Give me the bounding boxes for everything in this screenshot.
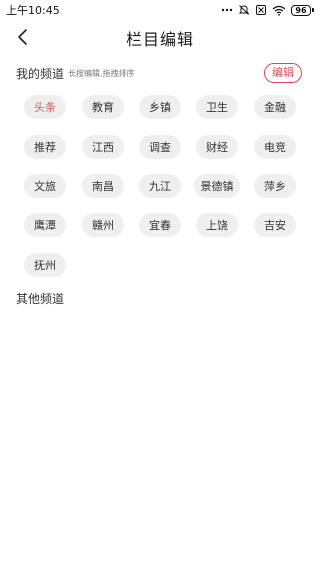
channel-chip[interactable]: 萍乡 — [254, 174, 296, 198]
channel-chip[interactable]: 调查 — [139, 135, 181, 159]
channel-chip[interactable]: 宜春 — [139, 213, 181, 237]
no-sim-icon — [256, 5, 266, 15]
channel-chip[interactable]: 江西 — [82, 135, 124, 159]
channel-chip[interactable]: 金融 — [254, 95, 296, 119]
mute-icon — [238, 5, 250, 15]
channel-chip[interactable]: 电竞 — [254, 135, 296, 159]
channel-chip[interactable]: 乡镇 — [139, 95, 181, 119]
channel-chip[interactable]: 教育 — [82, 95, 124, 119]
other-channels-title: 其他频道 — [16, 292, 65, 306]
channel-chip[interactable]: 上饶 — [196, 213, 238, 237]
my-channels-title: 我的频道 — [16, 67, 65, 81]
battery-level: 96 — [291, 4, 311, 16]
dots-icon — [221, 8, 233, 12]
channel-chip[interactable]: 吉安 — [254, 213, 296, 237]
channel-chip[interactable]: 九江 — [139, 174, 181, 198]
wifi-icon — [272, 5, 286, 16]
my-channels-header: 我的频道 长按编辑,拖拽排序 编辑 — [16, 63, 304, 85]
status-icons: 96 — [221, 4, 314, 16]
channel-chip[interactable]: 景德镇 — [194, 174, 240, 198]
status-time: 上午10:45 — [6, 4, 60, 17]
channel-chip[interactable]: 南昌 — [82, 174, 124, 198]
status-bar: 上午10:45 96 — [0, 0, 320, 20]
my-channels-hint: 长按编辑,拖拽排序 — [68, 69, 135, 78]
nav-bar: 栏目编辑 — [0, 22, 320, 52]
channel-chip[interactable]: 抚州 — [24, 253, 66, 277]
battery-icon: 96 — [291, 4, 314, 16]
channel-chip[interactable]: 赣州 — [82, 213, 124, 237]
channel-chip[interactable]: 文旅 — [24, 174, 66, 198]
channel-chip[interactable]: 财经 — [196, 135, 238, 159]
edit-button[interactable]: 编辑 — [264, 63, 302, 83]
channel-chip[interactable]: 头条 — [24, 95, 66, 119]
channel-chip[interactable]: 卫生 — [196, 95, 238, 119]
channel-chip[interactable]: 推荐 — [24, 135, 66, 159]
page-title: 栏目编辑 — [125, 30, 194, 49]
channel-chip[interactable]: 鹰潭 — [24, 213, 66, 237]
